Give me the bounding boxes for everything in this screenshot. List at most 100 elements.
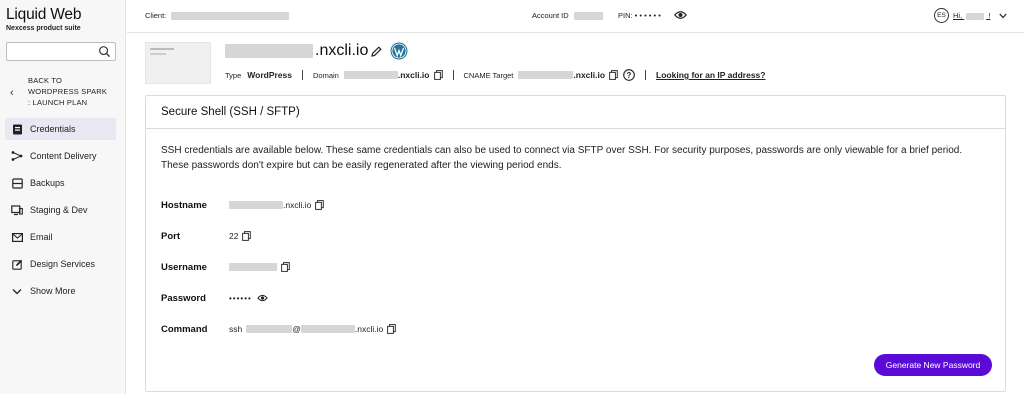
brand-subtitle: Nexcess product suite xyxy=(6,25,81,32)
sidebar-item-label: Backups xyxy=(30,178,65,188)
sidebar-item-label: Show More xyxy=(30,286,76,296)
pin-label: PIN: • • • • • • xyxy=(618,11,661,20)
hostname-value: .nxcli.io xyxy=(283,200,312,210)
back-link[interactable]: ‹ BACK TO WORDPRESS SPARK : LAUNCH PLAN xyxy=(6,76,120,110)
domain-suffix[interactable]: .nxcli.io xyxy=(398,70,430,80)
network-icon xyxy=(10,149,24,163)
copy-icon[interactable] xyxy=(609,70,618,80)
sidebar-item-label: Credentials xyxy=(30,124,76,134)
command-row: Command ssh @ .nxcli.io xyxy=(161,322,397,336)
id-card-icon xyxy=(10,122,24,136)
redacted-command-host xyxy=(300,325,355,333)
sidebar-item-design-services[interactable]: Design Services xyxy=(5,253,116,275)
eye-icon[interactable] xyxy=(674,10,687,20)
eye-icon[interactable] xyxy=(257,294,268,302)
sidebar-item-staging-dev[interactable]: Staging & Dev xyxy=(5,199,116,221)
sidebar-item-backups[interactable]: Backups xyxy=(5,172,116,194)
pin-info: PIN: • • • • • • xyxy=(618,11,661,20)
site-thumbnail[interactable] xyxy=(145,42,211,84)
site-title: .nxcli.io xyxy=(225,40,408,62)
chevron-left-icon: ‹ xyxy=(10,87,14,99)
sidebar: Liquid Web Nexcess product suite ‹ BACK … xyxy=(0,0,126,394)
chevron-down-icon xyxy=(10,284,24,298)
back-link-line: WORDPRESS SPARK xyxy=(28,86,108,96)
port-label: Port xyxy=(161,230,180,242)
command-label: Command xyxy=(161,323,208,335)
type-label: Type xyxy=(225,70,242,80)
divider xyxy=(452,70,454,80)
port-row: Port 22 xyxy=(161,229,252,243)
ip-address-link[interactable]: Looking for an IP address? xyxy=(656,70,765,80)
chevron-down-icon[interactable] xyxy=(999,13,1007,19)
username-label: Username xyxy=(161,261,207,273)
sidebar-item-label: Email xyxy=(30,232,53,242)
redacted-cname xyxy=(518,71,574,79)
account-id-label: Account ID xyxy=(532,11,569,20)
monitor-icon xyxy=(10,203,24,217)
copy-icon[interactable] xyxy=(433,70,443,80)
password-label: Password xyxy=(161,292,206,304)
sidebar-item-content-delivery[interactable]: Content Delivery xyxy=(5,145,116,167)
divider xyxy=(645,70,647,80)
sidebar-item-label: Design Services xyxy=(30,259,96,269)
copy-icon[interactable] xyxy=(315,200,325,210)
svg-text:?: ? xyxy=(627,71,632,80)
divider xyxy=(302,70,303,80)
brand-logo[interactable]: Liquid Web xyxy=(6,6,81,24)
copy-icon[interactable] xyxy=(242,231,252,241)
cname-suffix[interactable]: .nxcli.io xyxy=(573,70,605,80)
copy-icon[interactable] xyxy=(281,262,290,272)
sidebar-item-label: Content Delivery xyxy=(30,151,97,161)
type-value: WordPress xyxy=(247,70,292,80)
command-suffix: .nxcli.io xyxy=(354,324,384,334)
copy-icon[interactable] xyxy=(387,324,397,334)
sidebar-item-show-more[interactable]: Show More xyxy=(5,280,116,302)
hostname-label: Hostname xyxy=(161,199,207,211)
search-icon[interactable] xyxy=(98,45,111,58)
greeting-prefix: Hi, xyxy=(953,11,963,20)
hostname-row: Hostname .nxcli.io xyxy=(161,198,325,212)
password-row: Password •••••• xyxy=(161,291,268,305)
pencil-icon[interactable] xyxy=(371,45,383,57)
command-at: @ xyxy=(292,324,301,334)
sidebar-item-email[interactable]: Email xyxy=(5,226,116,248)
back-link-line: : LAUNCH PLAN xyxy=(28,97,88,107)
password-mask: •••••• xyxy=(229,293,252,303)
site-meta: Type WordPress Domain .nxcli.io CNAME Ta… xyxy=(225,68,765,82)
ssh-description: SSH credentials are available below. The… xyxy=(161,145,963,171)
ssh-card: Secure Shell (SSH / SFTP) SSH credential… xyxy=(145,95,1006,392)
domain-label: Domain xyxy=(313,70,339,80)
sidebar-item-label: Staging & Dev xyxy=(30,205,88,215)
archive-icon xyxy=(10,176,24,190)
username-row: Username xyxy=(161,260,290,274)
account-info: Account ID xyxy=(532,11,603,21)
client-info: Client: xyxy=(145,11,290,21)
redacted-domain xyxy=(343,71,398,79)
help-icon[interactable]: ? xyxy=(623,69,635,81)
sidebar-item-credentials[interactable]: Credentials xyxy=(5,118,116,140)
redacted-hostname xyxy=(229,201,283,209)
edit-icon xyxy=(10,257,24,271)
thumbnail-line xyxy=(150,53,166,55)
redacted-command-user xyxy=(246,325,293,333)
port-value: 22 xyxy=(229,231,239,241)
sidebar-search-input[interactable] xyxy=(6,42,116,61)
generate-new-password-button[interactable]: Generate New Password xyxy=(874,354,992,376)
cname-label: CNAME Target xyxy=(463,70,514,80)
wordpress-icon xyxy=(390,42,408,60)
top-bar: Client: Account ID PIN: • • • • • • ES H… xyxy=(127,0,1024,33)
client-label: Client: xyxy=(145,11,167,20)
command-prefix: ssh xyxy=(229,324,243,334)
card-title: Secure Shell (SSH / SFTP) xyxy=(146,96,1005,129)
back-link-line: BACK TO xyxy=(28,76,63,85)
redacted-client-name xyxy=(171,12,290,21)
user-greeting[interactable]: Hi, ! xyxy=(953,11,990,20)
sidebar-nav: Credentials Content Delivery Backups Sta… xyxy=(5,118,116,307)
greeting-suffix: ! xyxy=(988,11,991,20)
avatar[interactable]: ES xyxy=(934,8,949,23)
site-name-suffix: .nxcli.io xyxy=(315,42,369,59)
redacted-site-name xyxy=(225,44,313,58)
redacted-account-id xyxy=(573,12,603,21)
redacted-user-name xyxy=(966,12,985,20)
envelope-icon xyxy=(10,230,24,244)
